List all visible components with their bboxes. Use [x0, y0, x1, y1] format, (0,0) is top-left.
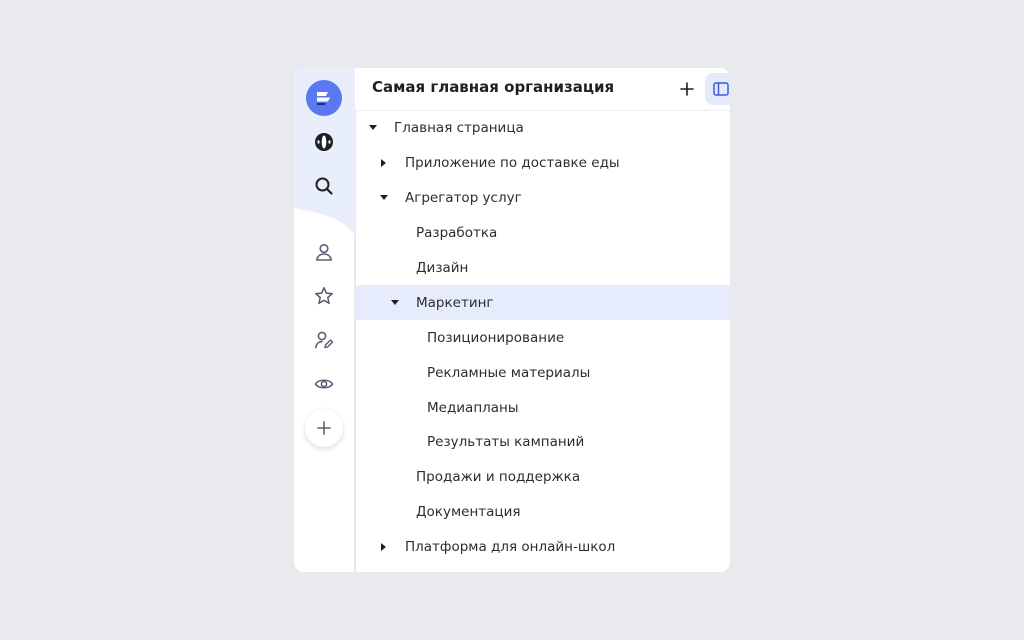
spaces-icon[interactable] [306, 124, 342, 160]
tree-item-label: Документация [416, 504, 521, 521]
caret-down-icon[interactable] [390, 298, 400, 308]
tree-item[interactable]: Продажи и поддержка [355, 460, 730, 495]
page-tree: Главная страница Приложение по доставке е… [355, 111, 730, 565]
caret-right-icon[interactable] [379, 158, 389, 168]
tree-item-label: Позиционирование [427, 329, 565, 346]
tree-item[interactable]: Маркетинг [355, 285, 730, 321]
header: Самая главная организация [355, 68, 730, 111]
tree-item-label: Рекламные материалы [427, 364, 591, 381]
tree-item[interactable]: Платформа для онлайн-школ [355, 530, 730, 565]
search-icon[interactable] [306, 168, 342, 204]
navigation-panel: Самая главная организация Главная страни… [294, 68, 730, 572]
tree-item-label: Приложение по доставке еды [405, 155, 620, 172]
add-page-button[interactable] [675, 77, 699, 101]
tree-item-label: Платформа для онлайн-школ [405, 539, 616, 556]
tree-item[interactable]: Документация [355, 495, 730, 530]
tree-item[interactable]: Результаты кампаний [355, 425, 730, 460]
left-rail [294, 68, 355, 572]
tree-item-label: Результаты кампаний [427, 434, 585, 451]
add-icon[interactable] [305, 409, 343, 447]
tree-item-label: Медиапланы [427, 399, 519, 416]
caret-down-icon[interactable] [379, 193, 389, 203]
tree-item[interactable]: Позиционирование [355, 320, 730, 355]
user-icon[interactable] [306, 234, 342, 270]
tree-item-label: Дизайн [416, 260, 469, 276]
sidebar-icon [713, 82, 729, 96]
plus-icon [680, 82, 694, 96]
tree-item[interactable]: Рекламные материалы [355, 355, 730, 390]
organization-title: Самая главная организация [372, 78, 615, 96]
tree-item-label: Агрегатор услуг [405, 190, 522, 207]
sidebar-toggle-button[interactable] [705, 73, 730, 105]
tree-item[interactable]: Дизайн [355, 251, 730, 286]
caret-right-icon[interactable] [379, 542, 389, 552]
tree-item-label: Маркетинг [416, 294, 494, 311]
tree-item-label: Продажи и поддержка [416, 469, 581, 486]
logo-icon[interactable] [306, 80, 342, 116]
tree-item[interactable]: Приложение по доставке еды [355, 146, 730, 181]
main-area: Самая главная организация Главная страни… [355, 68, 730, 572]
tree-item-label: Главная страница [394, 120, 524, 137]
tree-item-label: Разработка [416, 225, 498, 242]
tree-item[interactable]: Агрегатор услуг [355, 181, 730, 216]
tree-item[interactable]: Разработка [355, 216, 730, 251]
star-icon[interactable] [306, 278, 342, 314]
tree-item[interactable]: Медиапланы [355, 390, 730, 425]
caret-down-icon[interactable] [368, 123, 378, 133]
user-edit-icon[interactable] [306, 322, 342, 358]
tree-item[interactable]: Главная страница [355, 111, 730, 146]
eye-icon[interactable] [306, 366, 342, 402]
